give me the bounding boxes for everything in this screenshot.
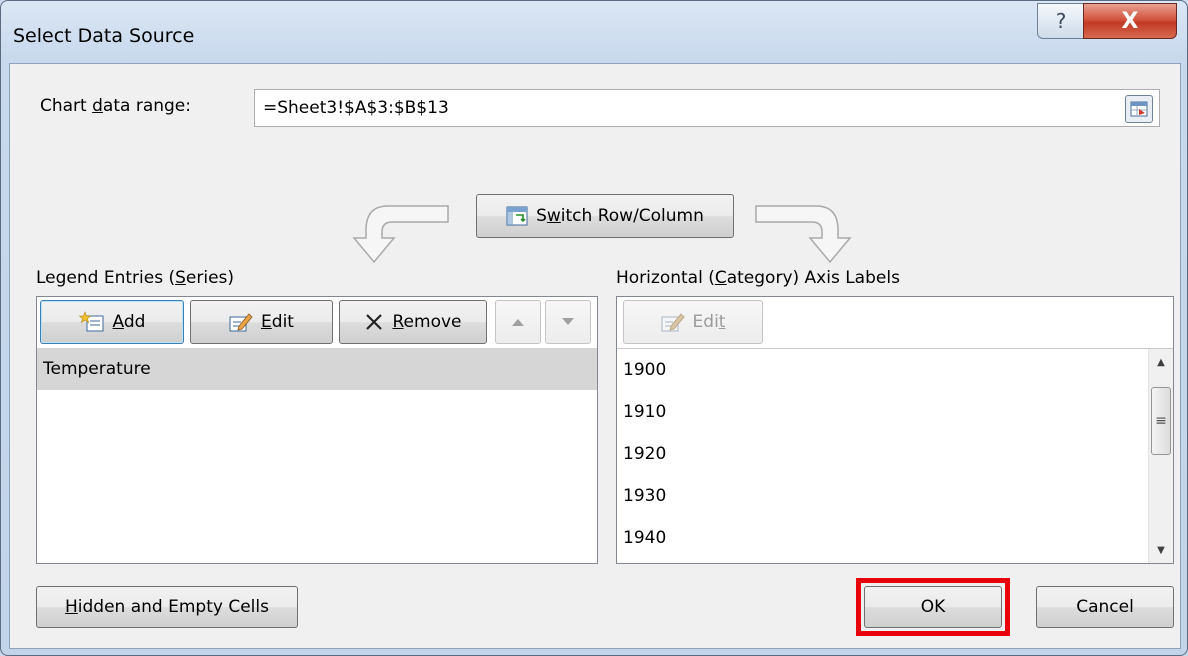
- axis-labels-panel: Edit 1900 1910 1920 1930 1940 ▲ ≡ ▼: [616, 296, 1174, 564]
- edit-series-icon: [229, 313, 253, 332]
- axis-labels-scrollbar[interactable]: ▲ ≡ ▼: [1148, 349, 1173, 563]
- axis-label-item[interactable]: 1900: [617, 349, 1173, 391]
- curved-arrow-right-icon: [755, 205, 852, 264]
- switch-row-column-button[interactable]: Switch Row/Column: [476, 194, 734, 238]
- switch-row-column-label: Switch Row/Column: [536, 206, 704, 226]
- scroll-thumb[interactable]: ≡: [1151, 387, 1171, 455]
- move-up-button[interactable]: [495, 300, 541, 344]
- move-down-arrow-icon: [562, 318, 574, 325]
- axis-labels-list: 1900 1910 1920 1930 1940 ▲ ≡ ▼: [617, 348, 1173, 563]
- range-collapse-button[interactable]: [1125, 95, 1153, 123]
- chart-data-range-label: Chart data range:: [40, 96, 191, 116]
- select-data-source-dialog: Select Data Source ? X Chart data range:…: [0, 0, 1188, 656]
- ok-label: OK: [920, 597, 946, 617]
- legend-entries-panel: Add Edit Remove Temperature: [36, 296, 598, 564]
- help-icon: ?: [1055, 9, 1067, 33]
- chart-data-range-value: =Sheet3!$A$3:$B$13: [263, 98, 449, 118]
- edit-axis-labels-label: Edit: [692, 312, 726, 332]
- move-up-arrow-icon: [512, 319, 524, 326]
- help-button[interactable]: ?: [1037, 3, 1085, 39]
- add-series-button[interactable]: Add: [40, 300, 184, 344]
- legend-series-list: Temperature: [37, 348, 597, 563]
- chart-data-range-input[interactable]: =Sheet3!$A$3:$B$13: [254, 89, 1160, 127]
- add-series-icon: [78, 311, 104, 332]
- edit-series-label: Edit: [261, 312, 294, 332]
- edit-series-button[interactable]: Edit: [190, 300, 333, 344]
- move-down-button[interactable]: [545, 300, 591, 344]
- edit-axis-icon: [661, 313, 685, 332]
- remove-series-label: Remove: [392, 312, 462, 332]
- remove-series-button[interactable]: Remove: [339, 300, 487, 344]
- axis-label-item[interactable]: 1910: [617, 391, 1173, 433]
- series-item-temperature[interactable]: Temperature: [37, 348, 597, 390]
- hidden-empty-cells-label: Hidden and Empty Cells: [65, 597, 269, 617]
- hidden-empty-cells-button[interactable]: Hidden and Empty Cells: [36, 586, 298, 628]
- close-icon: X: [1121, 8, 1139, 34]
- edit-axis-labels-button[interactable]: Edit: [623, 300, 763, 344]
- scroll-up-arrow-icon[interactable]: ▲: [1149, 351, 1173, 373]
- dialog-title: Select Data Source: [13, 25, 195, 47]
- close-button[interactable]: X: [1083, 3, 1177, 39]
- ok-button[interactable]: OK: [864, 586, 1002, 628]
- axis-labels-label: Horizontal (Category) Axis Labels: [616, 268, 900, 288]
- axis-label-item[interactable]: 1930: [617, 475, 1173, 517]
- remove-x-icon: [366, 314, 383, 330]
- cancel-label: Cancel: [1076, 597, 1134, 617]
- add-series-label: Add: [112, 312, 146, 332]
- cancel-button[interactable]: Cancel: [1036, 586, 1174, 628]
- legend-entries-label: Legend Entries (Series): [36, 268, 235, 288]
- dialog-body: Chart data range: =Sheet3!$A$3:$B$13 Swi…: [9, 63, 1181, 649]
- axis-label-item[interactable]: 1920: [617, 433, 1173, 475]
- switch-row-column-icon: [506, 206, 528, 226]
- axis-label-item[interactable]: 1940: [617, 517, 1173, 559]
- curved-arrow-left-icon: [352, 205, 449, 264]
- scroll-down-arrow-icon[interactable]: ▼: [1149, 539, 1173, 561]
- range-selector-icon: [1130, 101, 1148, 117]
